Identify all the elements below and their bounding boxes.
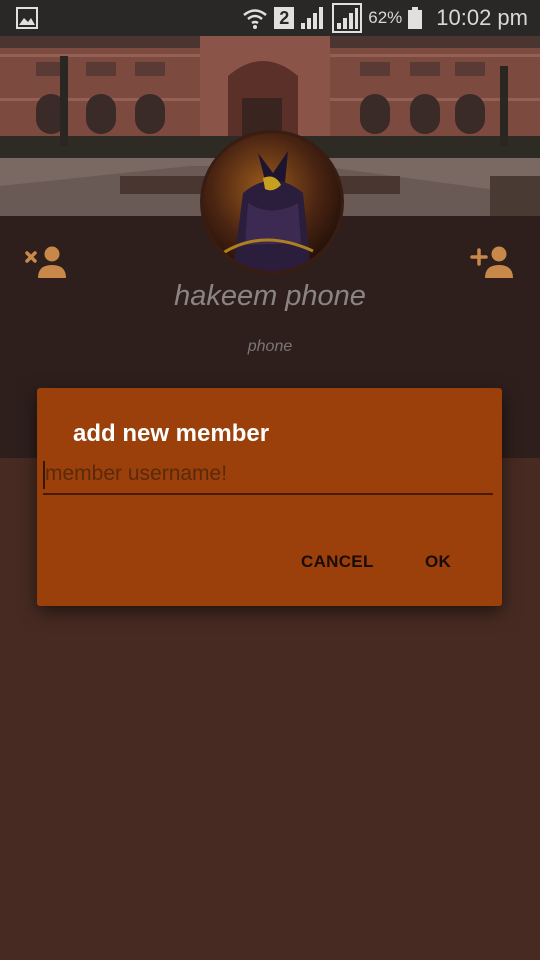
avatar[interactable]: [200, 130, 344, 274]
add-member-icon[interactable]: [470, 244, 516, 280]
member-username-input[interactable]: [43, 455, 493, 495]
signal-icon: [301, 7, 324, 29]
clock: 10:02 pm: [436, 5, 528, 30]
sim-icon: 2: [274, 7, 295, 29]
wifi-icon: [243, 9, 268, 29]
cancel-button[interactable]: CANCEL: [301, 552, 374, 572]
dialog-title: add new member: [73, 420, 270, 447]
gallery-icon: [16, 7, 38, 29]
avatar-image: [203, 133, 341, 271]
status-icons: 2 62% 10:02 pm: [242, 0, 528, 36]
ok-button[interactable]: OK: [425, 552, 451, 572]
status-bar: 2 62% 10:02 pm: [0, 0, 540, 36]
text-cursor: [43, 461, 45, 489]
battery-icon: [408, 7, 423, 29]
add-member-dialog: add new member CANCEL OK: [37, 388, 502, 606]
remove-member-icon[interactable]: [24, 244, 70, 280]
battery-percent: 62%: [368, 8, 403, 27]
profile-subtitle: phone: [247, 338, 293, 355]
profile-name: hakeem phone: [174, 280, 366, 312]
signal-icon: [332, 3, 363, 33]
